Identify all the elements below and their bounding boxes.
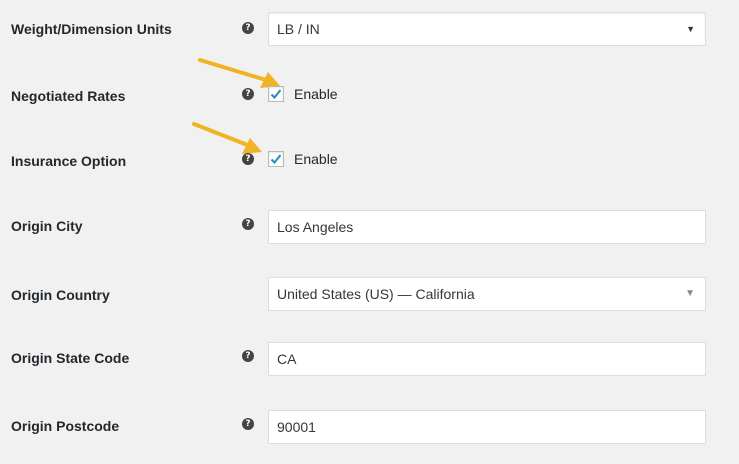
negotiated-rates-label: Negotiated Rates [11, 88, 126, 104]
help-icon[interactable]: ? [242, 22, 254, 34]
dropdown-caret-icon: ▼ [685, 288, 695, 299]
checkmark-icon [270, 89, 282, 99]
help-icon[interactable]: ? [242, 88, 254, 100]
weight-units-label: Weight/Dimension Units [11, 21, 172, 37]
arrow-icon [192, 122, 262, 154]
origin-country-label: Origin Country [11, 287, 110, 303]
dropdown-caret-icon: ▼ [686, 24, 695, 34]
origin-postcode-input[interactable]: 90001 [268, 410, 706, 444]
weight-units-select[interactable]: LB / IN ▼ [268, 12, 706, 46]
help-icon[interactable]: ? [242, 350, 254, 362]
origin-state-code-label: Origin State Code [11, 350, 130, 366]
origin-city-input[interactable]: Los Angeles [268, 210, 706, 244]
origin-city-label: Origin City [11, 218, 83, 234]
insurance-option-label: Insurance Option [11, 153, 127, 169]
help-icon[interactable]: ? [242, 418, 254, 430]
negotiated-rates-checkbox[interactable] [268, 86, 284, 102]
negotiated-rates-enable-label[interactable]: Enable [294, 85, 338, 103]
weight-units-value: LB / IN [277, 21, 320, 37]
origin-postcode-label: Origin Postcode [11, 418, 120, 434]
insurance-option-enable-label[interactable]: Enable [294, 150, 338, 168]
origin-country-select[interactable]: United States (US) — California ▼ [268, 277, 706, 311]
help-icon[interactable]: ? [242, 218, 254, 230]
insurance-option-checkbox[interactable] [268, 151, 284, 167]
origin-country-value: United States (US) — California [277, 286, 475, 302]
origin-state-code-input[interactable]: CA [268, 342, 706, 376]
help-icon[interactable]: ? [242, 153, 254, 165]
checkmark-icon [270, 154, 282, 164]
